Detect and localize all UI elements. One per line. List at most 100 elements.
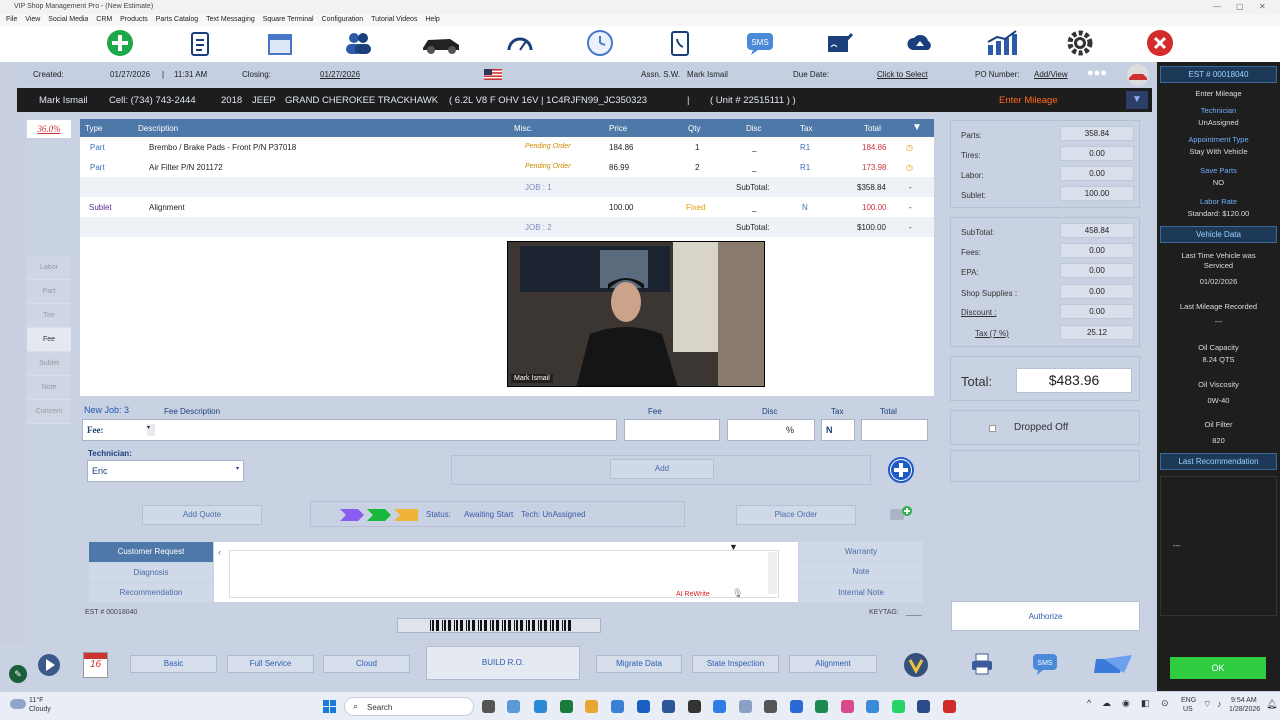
sidebar-appointment-value[interactable]: Stay With Vehicle	[1157, 147, 1280, 156]
vip-taskbar-icon[interactable]	[739, 700, 752, 713]
assigned-sw-value[interactable]: Mark Ismail	[687, 70, 728, 79]
menu-social-media[interactable]: Social Media	[48, 14, 88, 26]
vehicle-data-header[interactable]: Vehicle Data	[1160, 226, 1277, 243]
word-icon[interactable]	[662, 700, 675, 713]
technician-select[interactable]: Eric ▾	[87, 460, 244, 482]
enter-mileage[interactable]: Enter Mileage	[999, 95, 1058, 106]
app-icon-6[interactable]	[943, 700, 956, 713]
ai-rewrite-link[interactable]: AI ReWrite	[676, 591, 710, 598]
recommendation-tab[interactable]: Recommendation	[89, 583, 213, 602]
phonebook-icon[interactable]	[665, 28, 695, 58]
teams-icon[interactable]	[611, 700, 624, 713]
close-icon[interactable]	[1145, 28, 1175, 58]
tab-tire[interactable]: Tire	[27, 304, 71, 328]
fee-amount-input[interactable]	[624, 419, 720, 441]
tax-select[interactable]: N	[821, 419, 855, 441]
tray-icon-4[interactable]: ⊙	[1161, 698, 1169, 709]
keytag-value[interactable]: ____	[906, 609, 922, 616]
due-date-value[interactable]: Click to Select	[877, 70, 928, 79]
menu-text-messaging[interactable]: Text Messaging	[206, 14, 255, 26]
alignment-button[interactable]: Alignment	[789, 655, 877, 673]
printer-icon[interactable]	[970, 653, 994, 675]
tax-rate-label[interactable]: Tax (7 %)	[975, 329, 1009, 338]
whatsapp-icon[interactable]	[892, 700, 905, 713]
capcut-icon[interactable]	[688, 700, 701, 713]
chrome-icon[interactable]	[560, 700, 573, 713]
menu-help[interactable]: Help	[425, 14, 439, 26]
edit-pen-icon[interactable]: ✎	[9, 665, 27, 683]
po-number-value[interactable]: Add/View	[1034, 70, 1068, 79]
clock-date[interactable]: 1/28/2026	[1229, 706, 1260, 713]
task-view-icon[interactable]	[482, 700, 495, 713]
internal-note-tab[interactable]: Internal Note	[799, 583, 923, 602]
more-options-icon[interactable]: ●●●	[1087, 67, 1107, 79]
sms-send-icon[interactable]: SMS	[1032, 652, 1058, 676]
tray-icon-2[interactable]: ◉	[1122, 698, 1130, 709]
closing-date[interactable]: 01/27/2026	[320, 70, 360, 79]
sidebar-save-parts-value[interactable]: NO	[1157, 178, 1280, 187]
outlook-icon[interactable]	[637, 700, 650, 713]
cloud-button[interactable]: Cloud	[323, 655, 410, 673]
ok-button[interactable]: OK	[1170, 657, 1266, 679]
grid-menu-icon[interactable]: ▼	[912, 122, 922, 133]
chart-icon[interactable]	[985, 28, 1019, 58]
gauge-icon[interactable]	[505, 28, 535, 58]
menu-tutorial-videos[interactable]: Tutorial Videos	[371, 14, 417, 26]
sms-icon[interactable]: SMS	[745, 28, 775, 58]
authorize-button[interactable]: Authorize	[951, 601, 1140, 631]
car-icon[interactable]	[420, 28, 462, 58]
app-icon-3[interactable]	[815, 700, 828, 713]
clock-icon[interactable]	[585, 28, 615, 58]
state-inspection-button[interactable]: State Inspection	[692, 655, 779, 673]
row-misc[interactable]: Pending Order	[525, 163, 571, 170]
basic-button[interactable]: Basic	[130, 655, 217, 673]
microphone-icon[interactable]: 🎙	[732, 588, 743, 599]
fee-type-dropdown-icon[interactable]: ▾	[147, 424, 155, 436]
add-button[interactable]: Add	[610, 459, 714, 479]
minimize-icon[interactable]: —	[1213, 2, 1221, 11]
collapse-icon[interactable]: ‹	[218, 547, 221, 557]
total-input[interactable]	[861, 419, 928, 441]
discount-label[interactable]: Discount :	[961, 308, 997, 317]
menu-parts-catalog[interactable]: Parts Catalog	[156, 14, 198, 26]
technician-dropdown-icon[interactable]: ▾	[236, 465, 239, 472]
tab-note[interactable]: Note	[27, 376, 71, 400]
app-icon-2[interactable]	[790, 700, 803, 713]
vehicle-dropdown-icon[interactable]: ▼	[1126, 91, 1148, 109]
tray-chevron-icon[interactable]: ^	[1087, 698, 1091, 708]
zoom-icon[interactable]	[713, 700, 726, 713]
notification-bell-icon[interactable]: 🔔︎	[1266, 699, 1277, 710]
edge-icon[interactable]	[534, 700, 547, 713]
table-row[interactable]: Part Brembo / Brake Pads - Front P/N P37…	[80, 137, 934, 157]
table-row[interactable]: Part Air Filter P/N 201172 Pending Order…	[80, 157, 934, 177]
tab-fee[interactable]: Fee	[27, 328, 71, 352]
customer-name[interactable]: Mark Ismail	[39, 95, 88, 106]
clipboard-icon[interactable]	[185, 28, 215, 58]
menu-products[interactable]: Products	[120, 14, 148, 26]
fee-description-input[interactable]: Fee: ▾	[82, 419, 617, 441]
close-window-icon[interactable]: ✕	[1259, 2, 1266, 11]
signature-icon[interactable]	[825, 28, 855, 58]
full-service-button[interactable]: Full Service	[227, 655, 314, 673]
menu-configuration[interactable]: Configuration	[322, 14, 364, 26]
add-quote-button[interactable]: Add Quote	[142, 505, 262, 525]
add-job-icon[interactable]	[888, 457, 914, 483]
last-recommendation-header[interactable]: Last Recommendation	[1160, 453, 1277, 470]
video-call-overlay[interactable]: Mark Ismail	[507, 241, 765, 387]
play-icon[interactable]	[37, 653, 61, 677]
copilot-icon[interactable]	[507, 700, 520, 713]
instagram-icon[interactable]	[841, 700, 854, 713]
calendar-date-icon[interactable]: 16	[83, 652, 108, 678]
language-line-2[interactable]: US	[1183, 706, 1193, 713]
place-order-button[interactable]: Place Order	[736, 505, 856, 525]
volume-icon[interactable]: ♪	[1217, 699, 1222, 709]
customer-request-tab[interactable]: Customer Request	[89, 542, 213, 562]
tray-icon-3[interactable]: ◧	[1141, 698, 1150, 709]
note-tab[interactable]: Note	[799, 562, 923, 582]
vehicle-avatar[interactable]	[1127, 64, 1149, 86]
discount-percent[interactable]: 36.0%	[27, 120, 71, 138]
tray-icon-1[interactable]: ☁	[1102, 698, 1111, 709]
sidebar-technician-value[interactable]: UnAssigned	[1157, 118, 1280, 127]
network-icon[interactable]: ⌔	[1203, 699, 1211, 710]
cloud-upload-icon[interactable]	[905, 28, 935, 58]
